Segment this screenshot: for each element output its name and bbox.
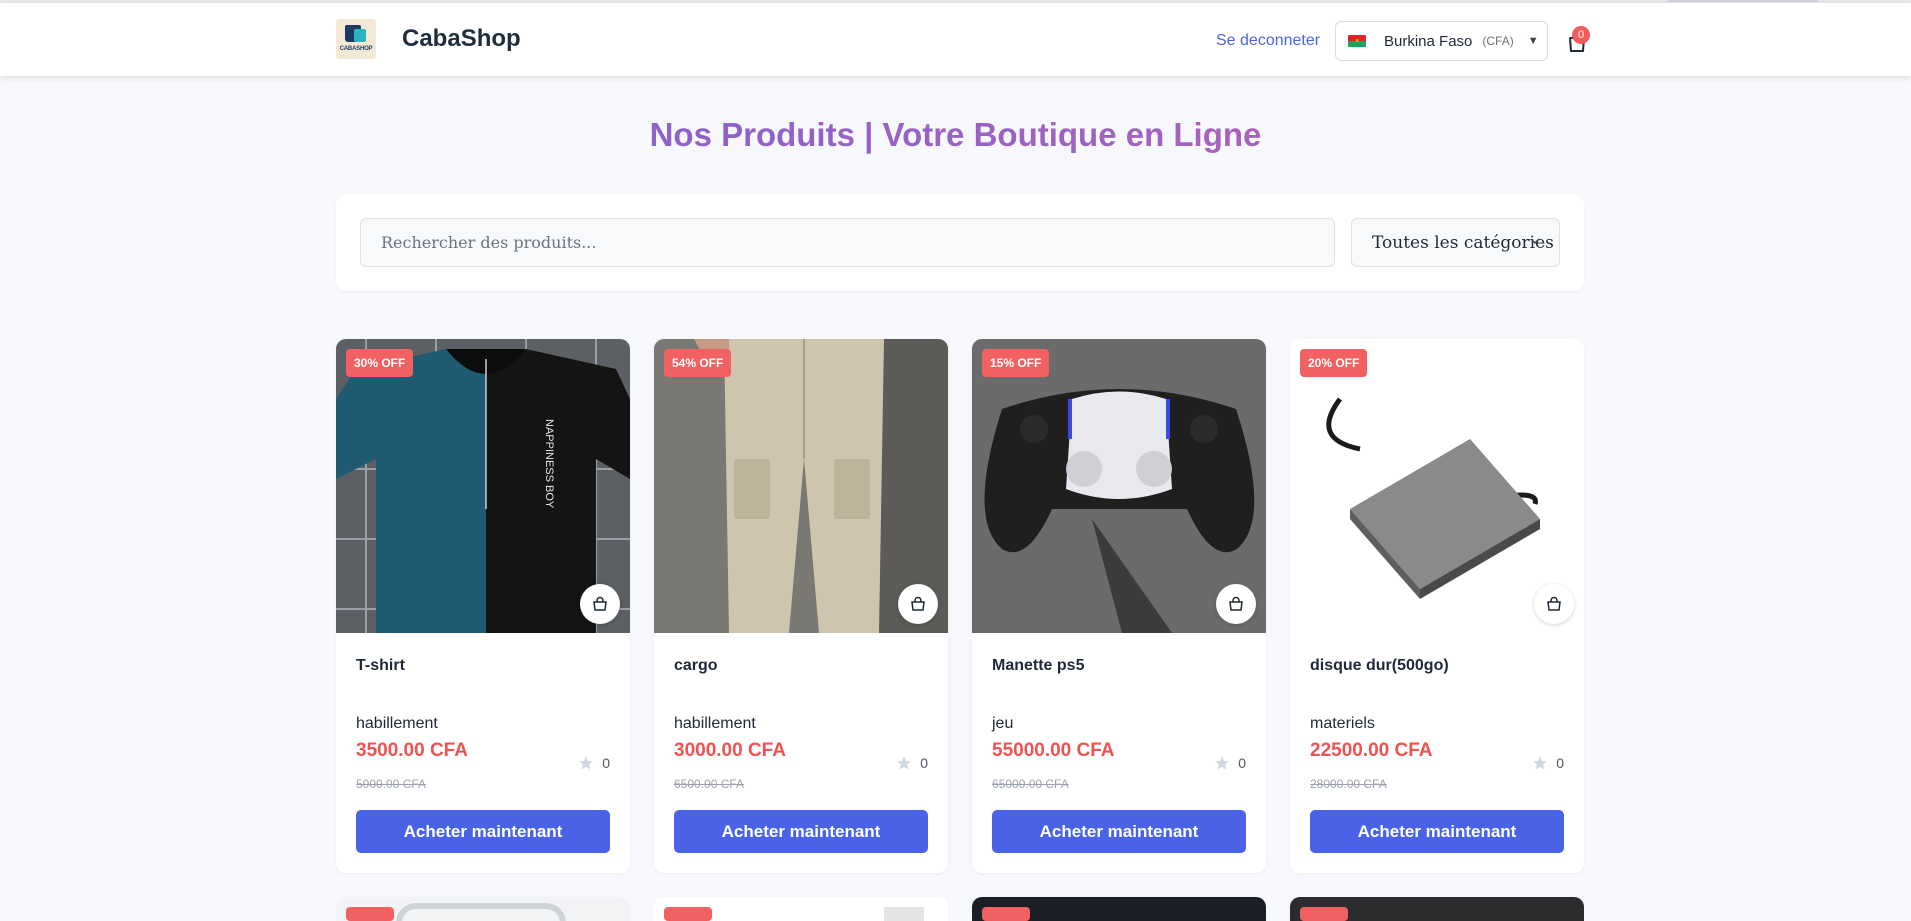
category-select[interactable]: Toutes les catégories [1351, 218, 1560, 267]
search-input[interactable] [360, 218, 1335, 267]
logout-link[interactable]: Se deconneter [1216, 32, 1320, 50]
product-card[interactable]: 20% OFF disque dur(500go) materiels 2250… [1290, 339, 1584, 873]
discount-badge-partial [982, 907, 1030, 921]
product-image[interactable]: 20% OFF [1290, 339, 1584, 633]
caret-down-icon: ▼ [1527, 35, 1539, 47]
navbar: CABASHOP CabaShop Se deconneter ★ Burkin… [0, 3, 1911, 76]
buy-now-button[interactable]: Acheter maintenant [992, 810, 1246, 853]
product-card-partial[interactable] [972, 897, 1266, 921]
star-icon [1533, 756, 1547, 770]
filter-bar: Toutes les catégories [336, 194, 1584, 291]
product-image[interactable]: 54% OFF [654, 339, 948, 633]
bag-icon [593, 596, 607, 611]
logo-text: CABASHOP [339, 46, 373, 52]
product-rating: 0 [1214, 755, 1246, 771]
page-title: Nos Produits | Votre Boutique en Ligne [0, 116, 1911, 154]
product-old-price: 5000.00 CFA [356, 777, 427, 791]
buy-now-button[interactable]: Acheter maintenant [1310, 810, 1564, 853]
cart-count-badge: 0 [1572, 26, 1590, 44]
product-card-partial[interactable] [336, 897, 630, 921]
discount-badge: 20% OFF [1300, 349, 1368, 377]
product-image-partial [884, 907, 924, 921]
product-card-partial[interactable] [654, 897, 948, 921]
product-price: 55000.00 CFA [992, 740, 1115, 761]
product-old-price: 65000.00 CFA [992, 777, 1069, 791]
rating-count: 0 [602, 755, 610, 771]
product-image-partial [396, 903, 566, 921]
product-rating: 0 [1532, 755, 1564, 771]
currency-label: (CFA) [1482, 34, 1514, 48]
star-icon [1215, 756, 1229, 770]
product-card-partial[interactable] [1290, 897, 1584, 921]
product-category: materiels [1310, 715, 1375, 732]
product-card[interactable]: NAPPINESS BOY 30% OFF T-shirt habillemen… [336, 339, 630, 873]
product-price: 3500.00 CFA [356, 740, 468, 761]
product-image[interactable]: NAPPINESS BOY 30% OFF [336, 339, 630, 633]
quick-add-to-cart-button[interactable] [1534, 584, 1574, 624]
rating-count: 0 [1238, 755, 1246, 771]
svg-text:NAPPINESS BOY: NAPPINESS BOY [543, 419, 555, 509]
brand[interactable]: CABASHOP CabaShop [336, 19, 521, 59]
product-image[interactable]: 15% OFF [972, 339, 1266, 633]
chevron-down-icon [1530, 238, 1540, 245]
star-icon [897, 756, 911, 770]
discount-badge-partial [1300, 907, 1348, 921]
quick-add-to-cart-button[interactable] [580, 584, 620, 624]
product-old-price: 6500.00 CFA [674, 777, 745, 791]
rating-count: 0 [920, 755, 928, 771]
discount-badge: 54% OFF [664, 349, 732, 377]
scroll-indicator [1668, 0, 1818, 2]
discount-badge: 30% OFF [346, 349, 414, 377]
star-icon [579, 756, 593, 770]
product-category: habillement [674, 715, 756, 732]
country-selector[interactable]: ★ Burkina Faso (CFA) ▼ [1335, 21, 1548, 61]
product-category: jeu [992, 715, 1014, 732]
product-price: 22500.00 CFA [1310, 740, 1433, 761]
product-rating: 0 [896, 755, 928, 771]
burkina-faso-flag-icon: ★ [1348, 35, 1366, 47]
product-old-price: 28000.00 CFA [1310, 777, 1387, 791]
product-name[interactable]: Manette ps5 [992, 657, 1084, 675]
logo[interactable]: CABASHOP [336, 19, 376, 59]
rating-count: 0 [1556, 755, 1564, 771]
buy-now-button[interactable]: Acheter maintenant [674, 810, 928, 853]
bag-icon [1229, 596, 1243, 611]
product-rating: 0 [578, 755, 610, 771]
product-price: 3000.00 CFA [674, 740, 786, 761]
discount-badge-partial [664, 907, 712, 921]
category-select-value: Toutes les catégories [1372, 232, 1554, 253]
product-card[interactable]: 15% OFF Manette ps5 jeu 55000.00 CFA 0 6… [972, 339, 1266, 873]
discount-badge: 15% OFF [982, 349, 1050, 377]
quick-add-to-cart-button[interactable] [1216, 584, 1256, 624]
product-name[interactable]: T-shirt [356, 657, 405, 675]
product-category: habillement [356, 715, 438, 732]
buy-now-button[interactable]: Acheter maintenant [356, 810, 610, 853]
bag-icon [911, 596, 925, 611]
product-card[interactable]: 54% OFF cargo habillement 3000.00 CFA 0 … [654, 339, 948, 873]
quick-add-to-cart-button[interactable] [898, 584, 938, 624]
brand-name[interactable]: CabaShop [402, 25, 521, 53]
product-name[interactable]: disque dur(500go) [1310, 657, 1449, 675]
discount-badge-partial [346, 907, 394, 921]
country-name: Burkina Faso [1384, 32, 1473, 50]
product-name[interactable]: cargo [674, 657, 718, 675]
bag-icon [1547, 596, 1561, 611]
